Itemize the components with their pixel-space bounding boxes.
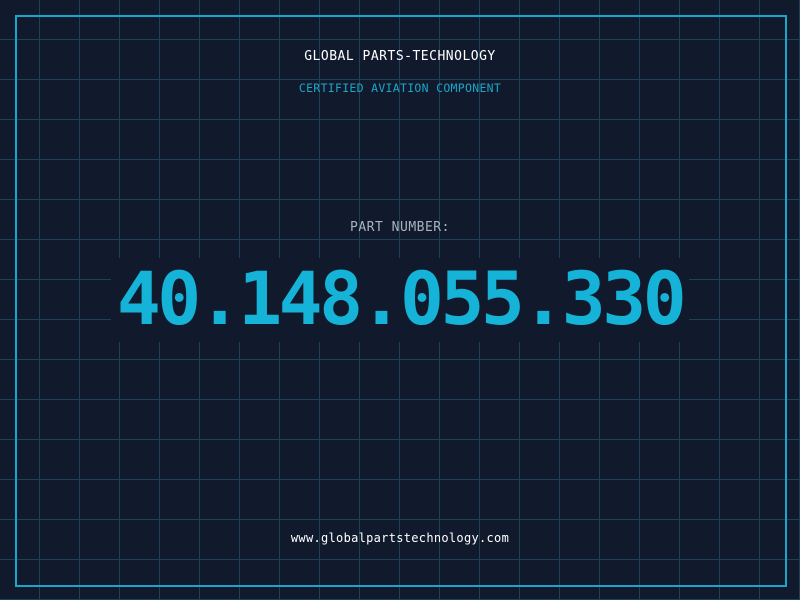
label-canvas: GLOBAL PARTS-TECHNOLOGY CERTIFIED AVIATI… <box>0 0 800 600</box>
tagline: CERTIFIED AVIATION COMPONENT <box>298 81 502 95</box>
brand-name: GLOBAL PARTS-TECHNOLOGY <box>304 49 496 64</box>
part-number-value: 40.148.055.330 <box>110 258 690 342</box>
part-number-label: PART NUMBER: <box>350 220 450 235</box>
part-number-container: 40.148.055.330 <box>0 258 800 342</box>
website-url: www.globalpartstechnology.com <box>290 531 510 545</box>
